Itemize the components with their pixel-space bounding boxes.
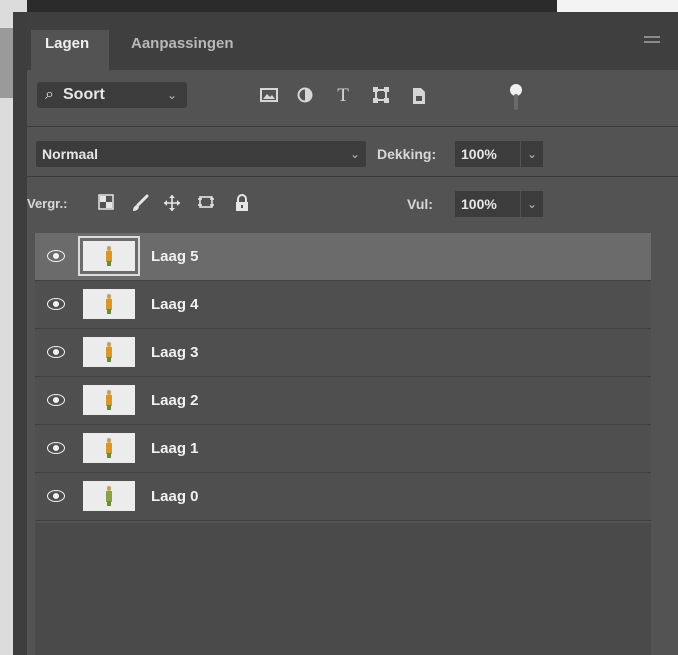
layer-name[interactable]: Laag 1 xyxy=(151,425,199,473)
smart-object-filter-icon[interactable] xyxy=(409,87,429,105)
layer-row[interactable]: Laag 0 xyxy=(35,473,651,521)
visibility-eye-icon[interactable] xyxy=(47,442,65,454)
adjustment-filter-icon[interactable] xyxy=(295,87,315,105)
filter-kind-label: Soort xyxy=(63,86,105,103)
chevron-down-icon: ⌄ xyxy=(349,147,360,161)
tab-adjustments[interactable]: Aanpassingen xyxy=(131,29,234,59)
image-filter-icon[interactable] xyxy=(259,87,279,105)
layers-list: Laag 5 Laag 4 Laag 3 Laag 2 Laag 1 Laag … xyxy=(35,233,651,523)
layer-thumbnail[interactable] xyxy=(83,481,135,511)
layer-row[interactable]: Laag 5 xyxy=(35,233,651,281)
layer-name[interactable]: Laag 3 xyxy=(151,329,199,377)
visibility-eye-icon[interactable] xyxy=(47,346,65,358)
visibility-eye-icon[interactable] xyxy=(47,250,65,262)
filter-toggle-switch[interactable] xyxy=(509,84,523,112)
opacity-label: Dekking: xyxy=(377,146,437,162)
divider xyxy=(27,176,678,177)
layer-thumbnail[interactable] xyxy=(83,385,135,415)
panel-tab-bar: Lagen Aanpassingen xyxy=(27,12,678,70)
layer-name[interactable]: Laag 5 xyxy=(151,233,199,281)
divider xyxy=(27,126,678,127)
layer-name[interactable]: Laag 2 xyxy=(151,377,199,425)
layer-thumbnail[interactable] xyxy=(83,433,135,463)
layers-panel-body: ⌕ Soort ⌄ T Normaal ⌄ Dekking: 100% ⌄ Ve… xyxy=(27,70,678,655)
layer-row[interactable]: Laag 1 xyxy=(35,425,651,473)
search-icon: ⌕ xyxy=(45,86,54,103)
layer-row[interactable]: Laag 3 xyxy=(35,329,651,377)
background-dark-strip xyxy=(27,0,557,12)
opacity-dropdown-icon[interactable]: ⌄ xyxy=(521,141,543,167)
type-filter-icon[interactable]: T xyxy=(333,86,353,105)
layer-name[interactable]: Laag 4 xyxy=(151,281,199,329)
fill-label: Vul: xyxy=(407,196,433,212)
blend-mode-label: Normaal xyxy=(42,146,99,162)
fill-input[interactable]: 100% xyxy=(455,191,520,217)
layers-empty-area xyxy=(35,523,651,655)
layer-row[interactable]: Laag 4 xyxy=(35,281,651,329)
shape-filter-icon[interactable] xyxy=(371,87,391,105)
layer-filter-kind-select[interactable]: ⌕ Soort ⌄ xyxy=(37,82,187,108)
chevron-down-icon: ⌄ xyxy=(166,88,177,102)
panel-menu-icon[interactable] xyxy=(644,36,660,48)
panel-left-edge xyxy=(13,12,27,655)
blend-mode-select[interactable]: Normaal ⌄ xyxy=(36,141,366,167)
layer-thumbnail[interactable] xyxy=(83,289,135,319)
visibility-eye-icon[interactable] xyxy=(47,298,65,310)
layer-thumbnail[interactable] xyxy=(83,337,135,367)
toggle-stem xyxy=(514,94,518,110)
lock-position-icon[interactable] xyxy=(161,194,183,214)
layer-thumbnail[interactable] xyxy=(78,236,140,276)
lock-label: Vergr.: xyxy=(27,196,68,211)
lock-transparent-pixels-icon[interactable] xyxy=(95,194,117,214)
layer-name[interactable]: Laag 0 xyxy=(151,473,199,521)
visibility-eye-icon[interactable] xyxy=(47,394,65,406)
lock-image-pixels-icon[interactable] xyxy=(129,194,151,214)
tab-layers[interactable]: Lagen xyxy=(31,30,109,70)
layer-row[interactable]: Laag 2 xyxy=(35,377,651,425)
visibility-eye-icon[interactable] xyxy=(47,490,65,502)
lock-artboard-icon[interactable] xyxy=(195,194,217,214)
lock-all-icon[interactable] xyxy=(231,194,253,214)
layers-panel: Lagen Aanpassingen ⌕ Soort ⌄ T Normaal ⌄… xyxy=(13,12,678,655)
opacity-input[interactable]: 100% xyxy=(455,141,520,167)
fill-dropdown-icon[interactable]: ⌄ xyxy=(521,191,543,217)
